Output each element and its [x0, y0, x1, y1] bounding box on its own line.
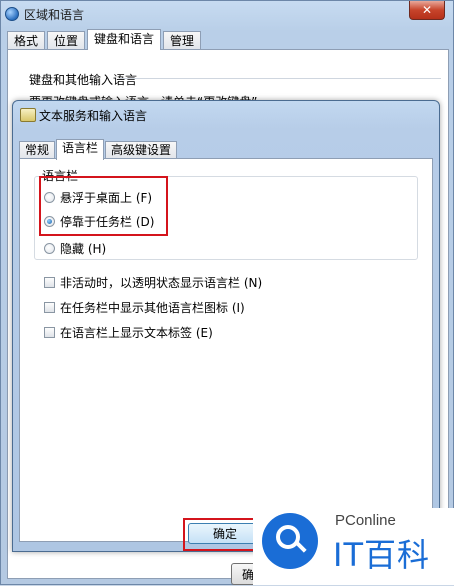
checkbox-extra-icons[interactable]: 在任务栏中显示其他语言栏图标 (I) — [44, 299, 245, 316]
watermark-brand: PConline — [335, 512, 396, 529]
highlight-box-radios — [39, 176, 168, 236]
checkbox-label: 非活动时，以透明状态显示语言栏 (N) — [60, 276, 263, 290]
checkbox-label: 在语言栏上显示文本标签 (E) — [60, 326, 213, 340]
dialog-tab-strip: 常规 语言栏 高级键设置 — [19, 139, 178, 160]
watermark-title: IT百科 — [333, 536, 430, 574]
keyboard-group-label: 键盘和其他输入语言 — [29, 73, 138, 87]
outer-tab-strip: 格式 位置 键盘和语言 管理 — [7, 29, 203, 51]
dialog-title: 文本服务和输入语言 — [39, 109, 148, 123]
text-services-dialog: 文本服务和输入语言 常规 语言栏 高级键设置 语言栏 悬浮于桌面上 (F) 停靠… — [12, 100, 440, 552]
keyboard-icon — [20, 108, 36, 122]
radio-label: 隐藏 (H) — [60, 242, 107, 256]
tab-language-bar[interactable]: 语言栏 — [56, 139, 105, 160]
checkbox-text-labels[interactable]: 在语言栏上显示文本标签 (E) — [44, 324, 213, 341]
tab-keyboard-language[interactable]: 键盘和语言 — [87, 29, 162, 50]
tab-advanced-keys[interactable]: 高级键设置 — [105, 141, 178, 159]
tab-admin[interactable]: 管理 — [163, 31, 202, 50]
group-divider — [119, 78, 441, 79]
checkbox[interactable] — [44, 302, 55, 313]
outer-window-title: 区域和语言 — [24, 7, 85, 22]
tab-format[interactable]: 格式 — [7, 31, 46, 50]
ok-button[interactable]: 确定 — [188, 523, 262, 544]
close-icon[interactable]: ✕ — [409, 1, 445, 20]
checkbox-label: 在任务栏中显示其他语言栏图标 (I) — [60, 301, 245, 315]
globe-icon — [5, 7, 19, 21]
checkbox-transparent-inactive[interactable]: 非活动时，以透明状态显示语言栏 (N) — [44, 274, 262, 291]
checkbox[interactable] — [44, 277, 55, 288]
search-logo-icon — [262, 513, 318, 569]
tab-location[interactable]: 位置 — [47, 31, 86, 50]
checkbox[interactable] — [44, 327, 55, 338]
outer-titlebar: 区域和语言 — [5, 3, 84, 25]
tab-general[interactable]: 常规 — [19, 141, 56, 159]
radio-button[interactable] — [44, 243, 55, 254]
radio-hidden[interactable]: 隐藏 (H) — [44, 240, 106, 257]
